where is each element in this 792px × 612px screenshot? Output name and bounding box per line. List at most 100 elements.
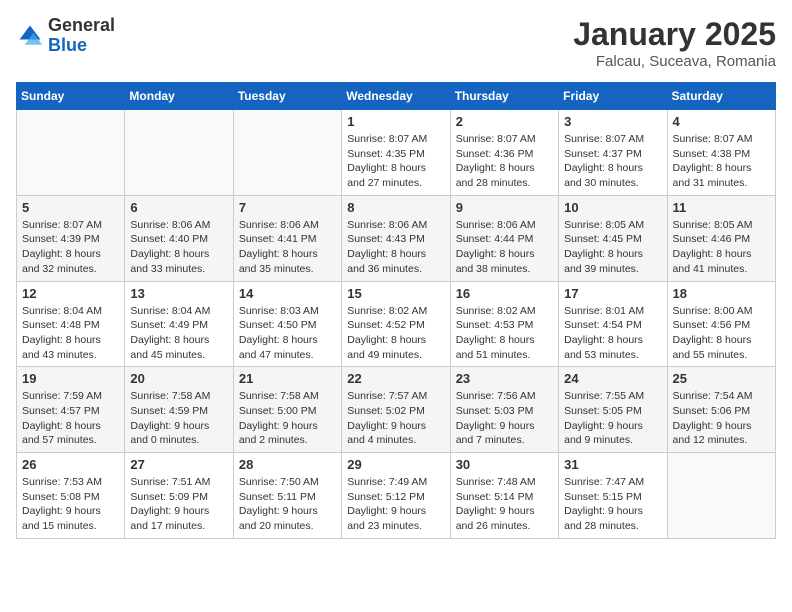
day-number: 31 xyxy=(564,457,661,472)
day-info: Sunrise: 8:01 AM Sunset: 4:54 PM Dayligh… xyxy=(564,304,661,363)
calendar-cell: 5Sunrise: 8:07 AM Sunset: 4:39 PM Daylig… xyxy=(17,195,125,281)
day-number: 18 xyxy=(673,286,770,301)
calendar-cell: 14 Sunrise: 8:03 AM Sunset: 4:50 PM Dayli… xyxy=(233,281,341,367)
calendar-cell: 16Sunrise: 8:02 AM Sunset: 4:53 PM Dayli… xyxy=(450,281,558,367)
month-title: January 2025 xyxy=(573,16,776,53)
day-number: 21 xyxy=(239,371,336,386)
calendar-cell: 21Sunrise: 7:58 AM Sunset: 5:00 PM Dayli… xyxy=(233,367,341,453)
day-number: 9 xyxy=(456,200,553,215)
calendar-cell: 26 Sunrise: 7:53 AM Sunset: 5:08 PM Dayli… xyxy=(17,453,125,539)
weekday-header-thursday: Thursday xyxy=(450,83,558,110)
day-info: Sunrise: 7:47 AM Sunset: 5:15 PM Dayligh… xyxy=(564,475,661,534)
day-info: Sunrise: 8:05 AM Sunset: 4:45 PM Dayligh… xyxy=(564,218,661,277)
day-info: Sunrise: 8:03 AM Sunset: 4:50 PM Dayligh… xyxy=(239,304,336,363)
day-info: Sunrise: 8:06 AM Sunset: 4:41 PM Dayligh… xyxy=(239,218,336,277)
day-info: Sunrise: 7:51 AM Sunset: 5:09 PM Dayligh… xyxy=(130,475,227,534)
calendar-week-row: 1 Sunrise: 8:07 AM Sunset: 4:35 PM Daylig… xyxy=(17,110,776,196)
day-number: 12 xyxy=(22,286,119,301)
weekday-header-saturday: Saturday xyxy=(667,83,775,110)
calendar-week-row: 26 Sunrise: 7:53 AM Sunset: 5:08 PM Dayli… xyxy=(17,453,776,539)
weekday-header-sunday: Sunday xyxy=(17,83,125,110)
calendar-cell: 23 Sunrise: 7:56 AM Sunset: 5:03 PM Dayli… xyxy=(450,367,558,453)
day-info: Sunrise: 8:07 AM Sunset: 4:36 PM Dayligh… xyxy=(456,132,553,191)
day-number: 16 xyxy=(456,286,553,301)
day-number: 22 xyxy=(347,371,444,386)
day-info: Sunrise: 8:07 AM Sunset: 4:37 PM Dayligh… xyxy=(564,132,661,191)
day-info: Sunrise: 7:48 AM Sunset: 5:14 PM Dayligh… xyxy=(456,475,553,534)
day-number: 6 xyxy=(130,200,227,215)
day-info: Sunrise: 8:05 AM Sunset: 4:46 PM Dayligh… xyxy=(673,218,770,277)
day-number: 14 xyxy=(239,286,336,301)
day-info: Sunrise: 8:04 AM Sunset: 4:48 PM Dayligh… xyxy=(22,304,119,363)
day-info: Sunrise: 7:56 AM Sunset: 5:03 PM Dayligh… xyxy=(456,389,553,448)
day-number: 26 xyxy=(22,457,119,472)
day-number: 28 xyxy=(239,457,336,472)
day-number: 7 xyxy=(239,200,336,215)
day-number: 19 xyxy=(22,371,119,386)
calendar-cell: 19 Sunrise: 7:59 AM Sunset: 4:57 PM Dayli… xyxy=(17,367,125,453)
weekday-header-row: SundayMondayTuesdayWednesdayThursdayFrid… xyxy=(17,83,776,110)
day-number: 10 xyxy=(564,200,661,215)
calendar-cell: 2 Sunrise: 8:07 AM Sunset: 4:36 PM Daylig… xyxy=(450,110,558,196)
day-info: Sunrise: 7:49 AM Sunset: 5:12 PM Dayligh… xyxy=(347,475,444,534)
day-number: 1 xyxy=(347,114,444,129)
calendar-cell: 31 Sunrise: 7:47 AM Sunset: 5:15 PM Dayli… xyxy=(559,453,667,539)
page-header: General Blue January 2025 Falcau, Suceav… xyxy=(16,16,776,70)
weekday-header-monday: Monday xyxy=(125,83,233,110)
calendar-cell: 15Sunrise: 8:02 AM Sunset: 4:52 PM Dayli… xyxy=(342,281,450,367)
day-info: Sunrise: 7:55 AM Sunset: 5:05 PM Dayligh… xyxy=(564,389,661,448)
calendar-cell: 7 Sunrise: 8:06 AM Sunset: 4:41 PM Daylig… xyxy=(233,195,341,281)
day-number: 8 xyxy=(347,200,444,215)
weekday-header-tuesday: Tuesday xyxy=(233,83,341,110)
calendar-cell: 11 Sunrise: 8:05 AM Sunset: 4:46 PM Dayli… xyxy=(667,195,775,281)
day-info: Sunrise: 7:53 AM Sunset: 5:08 PM Dayligh… xyxy=(22,475,119,534)
calendar-cell: 18 Sunrise: 8:00 AM Sunset: 4:56 PM Dayli… xyxy=(667,281,775,367)
calendar-cell xyxy=(667,453,775,539)
calendar-cell: 4Sunrise: 8:07 AM Sunset: 4:38 PM Daylig… xyxy=(667,110,775,196)
day-info: Sunrise: 8:07 AM Sunset: 4:35 PM Dayligh… xyxy=(347,132,444,191)
logo-icon xyxy=(16,22,44,50)
day-info: Sunrise: 7:54 AM Sunset: 5:06 PM Dayligh… xyxy=(673,389,770,448)
day-info: Sunrise: 7:50 AM Sunset: 5:11 PM Dayligh… xyxy=(239,475,336,534)
day-number: 23 xyxy=(456,371,553,386)
day-info: Sunrise: 8:00 AM Sunset: 4:56 PM Dayligh… xyxy=(673,304,770,363)
calendar-cell: 22 Sunrise: 7:57 AM Sunset: 5:02 PM Dayli… xyxy=(342,367,450,453)
day-number: 20 xyxy=(130,371,227,386)
day-number: 2 xyxy=(456,114,553,129)
calendar-cell xyxy=(233,110,341,196)
day-info: Sunrise: 7:57 AM Sunset: 5:02 PM Dayligh… xyxy=(347,389,444,448)
day-number: 11 xyxy=(673,200,770,215)
calendar-cell xyxy=(17,110,125,196)
calendar-cell: 13 Sunrise: 8:04 AM Sunset: 4:49 PM Dayli… xyxy=(125,281,233,367)
day-info: Sunrise: 8:07 AM Sunset: 4:39 PM Dayligh… xyxy=(22,218,119,277)
weekday-header-friday: Friday xyxy=(559,83,667,110)
day-info: Sunrise: 8:04 AM Sunset: 4:49 PM Dayligh… xyxy=(130,304,227,363)
logo: General Blue xyxy=(16,16,115,56)
calendar-cell: 6Sunrise: 8:06 AM Sunset: 4:40 PM Daylig… xyxy=(125,195,233,281)
day-number: 29 xyxy=(347,457,444,472)
day-info: Sunrise: 8:06 AM Sunset: 4:44 PM Dayligh… xyxy=(456,218,553,277)
day-number: 17 xyxy=(564,286,661,301)
logo-text: General Blue xyxy=(48,16,115,56)
location: Falcau, Suceava, Romania xyxy=(573,53,776,70)
calendar-cell: 12 Sunrise: 8:04 AM Sunset: 4:48 PM Dayli… xyxy=(17,281,125,367)
day-info: Sunrise: 8:02 AM Sunset: 4:52 PM Dayligh… xyxy=(347,304,444,363)
calendar-cell xyxy=(125,110,233,196)
day-info: Sunrise: 7:58 AM Sunset: 4:59 PM Dayligh… xyxy=(130,389,227,448)
calendar-week-row: 19 Sunrise: 7:59 AM Sunset: 4:57 PM Dayli… xyxy=(17,367,776,453)
calendar-cell: 1 Sunrise: 8:07 AM Sunset: 4:35 PM Daylig… xyxy=(342,110,450,196)
day-number: 27 xyxy=(130,457,227,472)
calendar-cell: 29 Sunrise: 7:49 AM Sunset: 5:12 PM Dayli… xyxy=(342,453,450,539)
day-number: 13 xyxy=(130,286,227,301)
day-info: Sunrise: 7:59 AM Sunset: 4:57 PM Dayligh… xyxy=(22,389,119,448)
calendar-table: SundayMondayTuesdayWednesdayThursdayFrid… xyxy=(16,82,776,539)
day-info: Sunrise: 8:07 AM Sunset: 4:38 PM Dayligh… xyxy=(673,132,770,191)
weekday-header-wednesday: Wednesday xyxy=(342,83,450,110)
calendar-cell: 9 Sunrise: 8:06 AM Sunset: 4:44 PM Daylig… xyxy=(450,195,558,281)
calendar-week-row: 5Sunrise: 8:07 AM Sunset: 4:39 PM Daylig… xyxy=(17,195,776,281)
calendar-cell: 17 Sunrise: 8:01 AM Sunset: 4:54 PM Dayli… xyxy=(559,281,667,367)
calendar-cell: 25Sunrise: 7:54 AM Sunset: 5:06 PM Dayli… xyxy=(667,367,775,453)
calendar-week-row: 12 Sunrise: 8:04 AM Sunset: 4:48 PM Dayli… xyxy=(17,281,776,367)
day-number: 3 xyxy=(564,114,661,129)
calendar-cell: 10 Sunrise: 8:05 AM Sunset: 4:45 PM Dayli… xyxy=(559,195,667,281)
